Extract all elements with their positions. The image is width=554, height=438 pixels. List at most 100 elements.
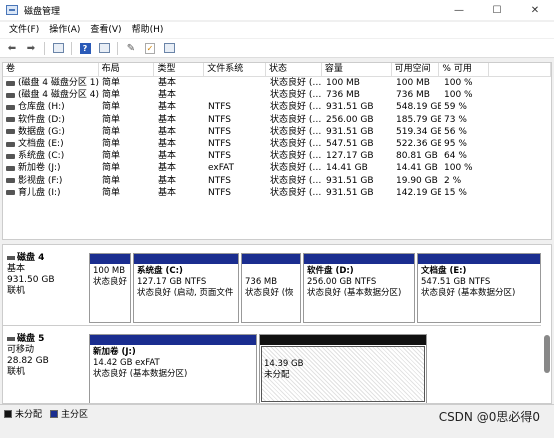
volume-cell: 80.81 GB bbox=[396, 151, 438, 162]
column-header-empty bbox=[489, 63, 551, 77]
column-header-status[interactable]: 状态 bbox=[266, 63, 322, 77]
column-header-percent-free[interactable]: % 可用 bbox=[439, 63, 490, 77]
disk-size: 28.82 GB bbox=[7, 356, 49, 366]
volume-list-icon[interactable] bbox=[50, 41, 66, 56]
partition-block[interactable]: 100 MB 状态良好 bbox=[89, 253, 131, 323]
window-title: 磁盘管理 bbox=[24, 6, 61, 17]
volume-cell: 基本 bbox=[158, 138, 177, 149]
partition-block[interactable]: 736 MB 状态良好 (恢 bbox=[241, 253, 301, 323]
volume-cell: 931.51 GB bbox=[326, 187, 374, 198]
help-icon[interactable]: ? bbox=[77, 41, 93, 56]
volume-cell: 简单 bbox=[102, 78, 121, 88]
column-header-layout[interactable]: 布局 bbox=[99, 63, 155, 77]
column-header-type[interactable]: 类型 bbox=[154, 63, 205, 77]
volume-cell: 状态良好 (… bbox=[270, 126, 322, 137]
volume-cell: 100 % bbox=[444, 163, 473, 174]
disk-status: 联机 bbox=[7, 367, 26, 377]
volume-cell: 状态良好 (… bbox=[270, 187, 322, 198]
volume-row[interactable]: 仓库盘 (H:) 简单 基本 NTFS 状态良好 (… 931.51 GB 548.19 G… bbox=[3, 101, 551, 113]
volume-row[interactable]: 软件盘 (D:) 简单 基本 NTFS 状态良好 (… 256.00 GB 185.79 G… bbox=[3, 114, 551, 126]
menu-file[interactable]: 文件(F) bbox=[4, 22, 44, 38]
partition-block[interactable]: 软件盘 (D:) 256.00 GB NTFS 状态良好 (基本数据分区) bbox=[303, 253, 415, 323]
volume-cell: 基本 bbox=[158, 126, 177, 137]
partition-status: 状态良好 (基本数据分区) bbox=[93, 369, 188, 379]
disk-row: 磁盘 5 可移动 28.82 GB 联机 新加卷 (J:) 14.42 GB e… bbox=[3, 325, 541, 403]
volume-cell: 文档盘 (E:) bbox=[3, 138, 99, 150]
properties-icon[interactable]: ✓ bbox=[142, 41, 158, 56]
toolbar-separator bbox=[117, 41, 118, 55]
volume-row[interactable]: 影视盘 (F:) 简单 基本 NTFS 状态良好 (… 931.51 GB 19.90 GB… bbox=[3, 175, 551, 187]
volume-list-body: (磁盘 4 磁盘分区 1) 简单 基本 状态良好 (… 100 MB 100 MB 100 … bbox=[3, 77, 551, 199]
volume-row[interactable]: 育儿盘 (I:) 简单 基本 NTFS 状态良好 (… 931.51 GB 142.19 G… bbox=[3, 187, 551, 199]
menu-help[interactable]: 帮助(H) bbox=[127, 22, 169, 38]
minimize-button[interactable]: — bbox=[440, 0, 478, 20]
partition-size: 547.51 GB NTFS bbox=[421, 277, 491, 287]
partition-bar bbox=[134, 254, 238, 264]
volume-icon bbox=[6, 117, 15, 123]
volume-row[interactable]: 文档盘 (E:) 简单 基本 NTFS 状态良好 (… 547.51 GB 522.36 G… bbox=[3, 138, 551, 150]
volume-row[interactable]: (磁盘 4 磁盘分区 4) 简单 基本 状态良好 (… 736 MB 736 MB 100 … bbox=[3, 89, 551, 101]
partition-block[interactable]: 新加卷 (J:) 14.42 GB exFAT 状态良好 (基本数据分区) bbox=[89, 334, 257, 403]
legend-label: 主分区 bbox=[61, 410, 89, 420]
disk-name: 磁盘 5 bbox=[17, 334, 45, 344]
close-button[interactable]: ✕ bbox=[516, 0, 554, 20]
volume-name: (磁盘 4 磁盘分区 1) bbox=[17, 78, 99, 89]
volume-row[interactable]: 新加卷 (J:) 简单 基本 exFAT 状态良好 (… 14.41 GB 14.41 GB… bbox=[3, 162, 551, 174]
disk-map-scrollbar[interactable] bbox=[544, 335, 550, 373]
forward-icon[interactable]: ➡ bbox=[23, 41, 39, 56]
volume-cell: 简单 bbox=[102, 114, 121, 125]
menu-view[interactable]: 查看(V) bbox=[85, 22, 126, 38]
volume-cell: 基本 bbox=[158, 151, 177, 162]
volume-name: 文档盘 (E:) bbox=[18, 139, 64, 150]
volume-cell: NTFS bbox=[208, 175, 231, 186]
volume-cell: 简单 bbox=[102, 151, 121, 162]
volume-cell: 状态良好 (… bbox=[270, 90, 322, 101]
volume-name: 影视盘 (F:) bbox=[18, 175, 63, 186]
partition-block[interactable]: 系统盘 (C:) 127.17 GB NTFS 状态良好 (启动, 页面文件 bbox=[133, 253, 239, 323]
partition-block[interactable]: 文档盘 (E:) 547.51 GB NTFS 状态良好 (基本数据分区) bbox=[417, 253, 541, 323]
partition-bar bbox=[90, 335, 256, 345]
volume-cell: 100 % bbox=[444, 78, 473, 88]
column-header-capacity[interactable]: 容量 bbox=[322, 63, 392, 77]
volume-cell: 状态良好 (… bbox=[270, 151, 322, 162]
volume-row[interactable]: 系统盘 (C:) 简单 基本 NTFS 状态良好 (… 127.17 GB 80.81 GB… bbox=[3, 150, 551, 162]
volume-cell: 基本 bbox=[158, 163, 177, 174]
connect-icon[interactable]: ✎ bbox=[123, 41, 139, 56]
volume-cell: NTFS bbox=[208, 187, 231, 198]
disk-info[interactable]: 磁盘 5 可移动 28.82 GB 联机 bbox=[7, 334, 85, 378]
volume-cell: 548.19 GB bbox=[396, 102, 441, 113]
volume-cell: 100 MB bbox=[396, 78, 430, 88]
volume-icon bbox=[6, 153, 15, 159]
list-view-icon[interactable] bbox=[96, 41, 112, 56]
volume-cell: 736 MB bbox=[396, 90, 430, 101]
volume-cell: 736 MB bbox=[326, 90, 360, 101]
volume-cell: 系统盘 (C:) bbox=[3, 150, 99, 162]
partition-name: 新加卷 (J:) bbox=[93, 347, 136, 357]
volume-row[interactable]: (磁盘 4 磁盘分区 1) 简单 基本 状态良好 (… 100 MB 100 MB 100 … bbox=[3, 77, 551, 89]
volume-cell: 数据盘 (G:) bbox=[3, 126, 99, 138]
column-header-filesystem[interactable]: 文件系统 bbox=[204, 63, 267, 77]
volume-row[interactable]: 数据盘 (G:) 简单 基本 NTFS 状态良好 (… 931.51 GB 519.34 G… bbox=[3, 126, 551, 138]
volume-icon bbox=[6, 80, 15, 86]
disk-info[interactable]: 磁盘 4 基本 931.50 GB 联机 bbox=[7, 253, 85, 297]
column-header-volume[interactable]: 卷 bbox=[3, 63, 99, 77]
partition-size: 127.17 GB NTFS bbox=[137, 277, 207, 287]
volume-cell: NTFS bbox=[208, 114, 231, 125]
toolbar-separator bbox=[71, 41, 72, 55]
partition-size: 14.39 GB bbox=[264, 359, 304, 369]
disk-name: 磁盘 4 bbox=[17, 253, 45, 263]
unallocated-block[interactable]: 14.39 GB 未分配 bbox=[259, 334, 427, 403]
console-icon[interactable] bbox=[161, 41, 177, 56]
volume-icon bbox=[6, 178, 15, 184]
back-icon[interactable]: ⬅ bbox=[4, 41, 20, 56]
volume-name: 新加卷 (J:) bbox=[18, 163, 61, 174]
volume-icon bbox=[6, 129, 15, 135]
column-header-free-space[interactable]: 可用空间 bbox=[392, 63, 440, 77]
partition-bar bbox=[90, 254, 130, 264]
volume-cell bbox=[205, 89, 267, 101]
maximize-button[interactable]: ☐ bbox=[478, 0, 516, 20]
partition-name: 系统盘 (C:) bbox=[137, 266, 183, 276]
volume-cell: 931.51 GB bbox=[326, 102, 374, 113]
volume-cell: 15 % bbox=[444, 187, 467, 198]
menu-action[interactable]: 操作(A) bbox=[44, 22, 85, 38]
